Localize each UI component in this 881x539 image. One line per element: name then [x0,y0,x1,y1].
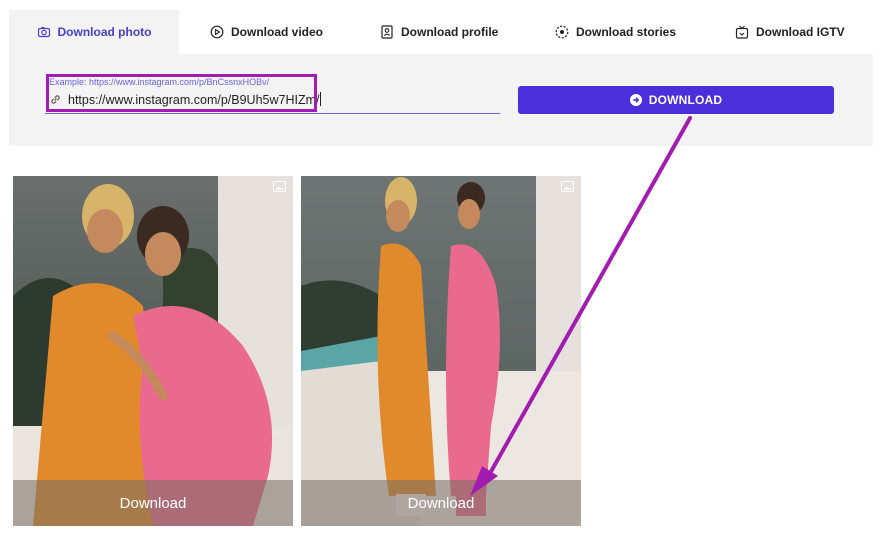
result-photo-card: Download [301,176,581,526]
stories-icon [555,25,569,39]
photo-download-button[interactable]: Download [13,480,293,526]
download-button-label: DOWNLOAD [648,93,723,107]
tab-label: Download IGTV [756,25,845,39]
profile-card-icon [380,25,394,39]
url-input-value[interactable]: https://www.instagram.com/p/B9Uh5w7HIZm/ [68,92,322,107]
download-type-tabs: Download photo Download video Download p… [9,10,873,54]
url-input-placeholder: Example: https://www.instagram.com/p/BnC… [49,77,270,87]
photo-download-button[interactable]: Download [301,480,581,526]
tv-icon [735,25,749,39]
download-button[interactable]: DOWNLOAD [518,86,834,114]
tab-label: Download video [231,25,324,39]
result-photo [301,176,581,526]
link-icon [51,95,60,104]
photo-download-label: Download [407,494,475,512]
tab-label: Download photo [57,25,152,39]
tab-download-igtv[interactable]: Download IGTV [735,10,845,54]
image-icon [273,181,286,192]
tab-label: Download stories [576,25,677,39]
url-input[interactable]: Example: https://www.instagram.com/p/BnC… [45,74,500,114]
tab-download-profile[interactable]: Download profile [380,10,498,54]
arrow-right-circle-icon [629,94,642,106]
play-circle-icon [210,25,224,39]
photo-download-label: Download [119,494,187,512]
download-form-panel: Example: https://www.instagram.com/p/BnC… [9,54,873,146]
tab-download-video[interactable]: Download video [210,10,323,54]
tab-download-stories[interactable]: Download stories [555,10,676,54]
image-icon [561,181,574,192]
result-photo-card: Download [13,176,293,526]
result-photo [13,176,293,526]
tab-download-photo[interactable]: Download photo [9,10,179,54]
url-input-underline [45,113,500,114]
camera-icon [37,25,51,39]
tab-label: Download profile [401,25,499,39]
